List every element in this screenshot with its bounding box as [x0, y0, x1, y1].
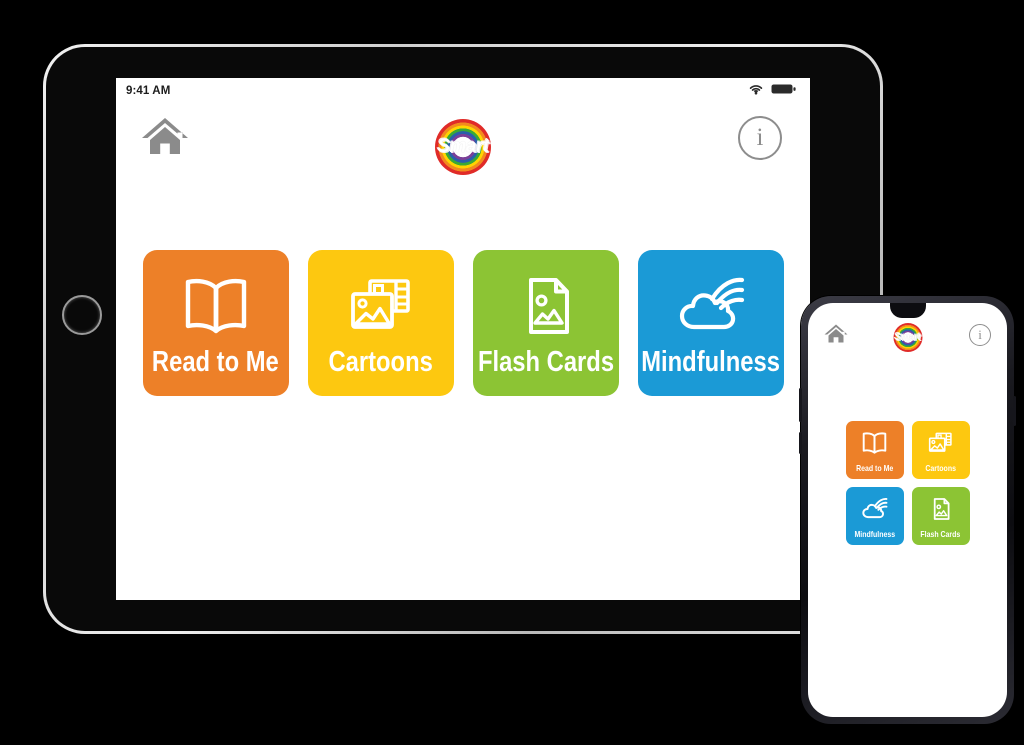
logo-text: Smart — [894, 332, 921, 343]
status-indicators — [748, 82, 796, 100]
tile-read-to-me[interactable]: Read to Me — [845, 421, 904, 479]
cloud-rainbow-icon — [676, 275, 746, 342]
rainbow-ring-logo: Smart — [893, 323, 922, 352]
tile-read-to-me[interactable]: Read to Me — [142, 250, 289, 396]
tablet-tile-grid: Read to Me Cartoons Flash Cards Mindfuln… — [116, 250, 810, 396]
open-book-icon — [181, 275, 251, 342]
status-bar: 9:41 AM — [116, 78, 810, 103]
phone-volume-down-button[interactable] — [799, 432, 802, 454]
tablet-screen: 9:41 AM Smart i Read to Me Cartoons Flas… — [116, 78, 810, 600]
tile-label: Read to Me — [152, 346, 279, 378]
tile-flash-cards[interactable]: Flash Cards — [472, 250, 619, 396]
document-photo-icon — [927, 497, 954, 526]
phone-screen: Smart i Read to Me Cartoons Mindfulness … — [808, 303, 1007, 717]
phone-power-button[interactable] — [1013, 396, 1016, 426]
tile-label: Mindfulness — [854, 528, 895, 539]
tile-label: Read to Me — [855, 462, 894, 473]
info-icon[interactable]: i — [969, 324, 991, 346]
home-icon[interactable] — [141, 115, 189, 162]
scene-stage: 9:41 AM Smart i Read to Me Cartoons Flas… — [0, 0, 1024, 745]
cloud-rainbow-icon — [861, 497, 888, 526]
open-book-icon — [861, 431, 888, 460]
phone-app-header: Smart i — [808, 303, 1007, 361]
phone-device: Smart i Read to Me Cartoons Mindfulness … — [799, 296, 1016, 724]
film-photo-icon — [927, 431, 954, 460]
app-header: Smart i — [116, 103, 810, 175]
tile-mindfulness[interactable]: Mindfulness — [845, 487, 904, 545]
battery-full-icon — [771, 82, 796, 100]
phone-volume-up-button[interactable] — [799, 388, 802, 422]
status-time: 9:41 AM — [126, 84, 171, 97]
tile-label: Cartoons — [328, 346, 433, 378]
tile-flash-cards[interactable]: Flash Cards — [911, 487, 970, 545]
home-icon[interactable] — [824, 323, 848, 349]
logo-text: Smart — [437, 136, 489, 157]
tablet-device: 9:41 AM Smart i Read to Me Cartoons Flas… — [43, 44, 883, 634]
phone-tile-grid: Read to Me Cartoons Mindfulness Flash Ca… — [808, 421, 1007, 545]
info-icon[interactable]: i — [738, 116, 782, 160]
film-photo-icon — [346, 275, 416, 342]
tile-label: Flash Cards — [920, 528, 961, 539]
tablet-home-button[interactable] — [62, 295, 102, 335]
tile-label: Cartoons — [925, 462, 956, 473]
tile-cartoons[interactable]: Cartoons — [911, 421, 970, 479]
wifi-icon — [748, 82, 764, 100]
tile-cartoons[interactable]: Cartoons — [307, 250, 454, 396]
info-letter: i — [756, 124, 764, 151]
info-letter: i — [978, 327, 982, 342]
tablet-bezel: 9:41 AM Smart i Read to Me Cartoons Flas… — [46, 47, 880, 631]
tile-mindfulness[interactable]: Mindfulness — [637, 250, 784, 396]
document-photo-icon — [511, 275, 581, 342]
tile-label: Flash Cards — [477, 346, 614, 378]
tile-label: Mindfulness — [641, 346, 780, 378]
rainbow-ring-logo: Smart — [435, 119, 491, 175]
